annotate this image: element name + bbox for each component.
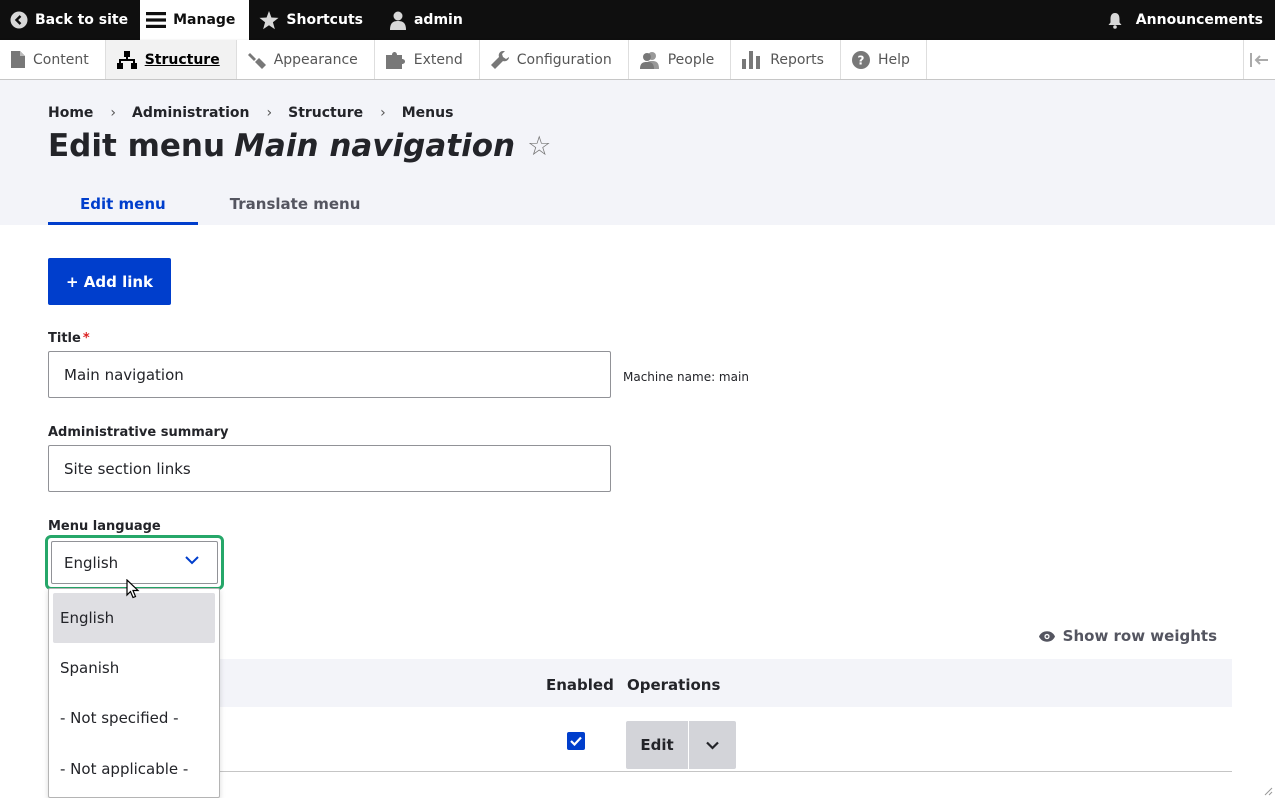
- breadcrumb-structure[interactable]: Structure: [288, 105, 363, 121]
- enabled-checkbox[interactable]: [567, 732, 585, 750]
- document-icon: [11, 51, 25, 68]
- manage-tab[interactable]: Manage: [140, 0, 250, 40]
- summary-input[interactable]: Site section links: [48, 445, 611, 492]
- user-label: admin: [413, 12, 463, 28]
- language-option-not-specified[interactable]: - Not specified -: [53, 693, 215, 743]
- language-dropdown-list: English Spanish - Not specified - - Not …: [48, 588, 220, 798]
- collapse-tray-button[interactable]: [1243, 40, 1275, 79]
- language-option-not-applicable[interactable]: - Not applicable -: [53, 744, 215, 794]
- breadcrumb-separator: ›: [110, 105, 117, 121]
- tray-item-configuration[interactable]: Configuration: [480, 40, 629, 79]
- required-marker: *: [82, 331, 90, 346]
- eye-icon: [1038, 630, 1055, 642]
- tray-item-people[interactable]: People: [629, 40, 732, 79]
- admin-tray: Content Structure Appearance Extend Conf…: [0, 40, 1275, 80]
- help-icon: ?: [851, 50, 870, 69]
- announcements-label: Announcements: [1135, 12, 1263, 28]
- chevron-down-icon: [185, 556, 199, 565]
- table-header: Enabled Operations: [48, 659, 1232, 707]
- mouse-cursor-icon: [126, 579, 140, 599]
- tray-item-content[interactable]: Content: [0, 40, 106, 79]
- column-header-operations: Operations: [627, 676, 721, 694]
- tray-item-reports[interactable]: Reports: [731, 40, 841, 79]
- back-to-site-link[interactable]: Back to site: [0, 0, 138, 40]
- shortcuts-label: Shortcuts: [286, 12, 363, 28]
- tray-item-label: People: [667, 51, 715, 68]
- breadcrumb-separator: ›: [266, 105, 273, 121]
- paintbrush-icon: [247, 52, 266, 69]
- language-select[interactable]: English: [51, 541, 218, 584]
- operations-toggle-button[interactable]: [688, 721, 736, 769]
- tab-translate-menu[interactable]: Translate menu: [198, 193, 393, 225]
- menu-language-label: Menu language: [48, 519, 161, 534]
- tray-item-appearance[interactable]: Appearance: [237, 40, 375, 79]
- tray-item-label: Help: [877, 51, 910, 68]
- table-row: Edit: [48, 707, 1232, 772]
- column-header-enabled: Enabled: [546, 676, 614, 694]
- bar-chart-icon: [742, 50, 761, 69]
- tray-item-label: Extend: [413, 51, 463, 68]
- back-arrow-icon: [10, 11, 28, 29]
- title-label-text: Title: [48, 331, 81, 346]
- puzzle-icon: [385, 51, 405, 69]
- tray-item-label: Configuration: [516, 51, 612, 68]
- tray-item-help[interactable]: ? Help: [841, 40, 927, 79]
- breadcrumb-separator: ›: [380, 105, 386, 121]
- resize-handle-icon: [1264, 787, 1273, 796]
- page-title-menu-name: Main navigation: [234, 128, 516, 164]
- hamburger-menu-icon: [146, 12, 167, 28]
- tray-item-label: Reports: [770, 51, 824, 68]
- favorite-star-icon[interactable]: ☆: [527, 131, 551, 162]
- language-select-value: English: [64, 553, 119, 572]
- people-icon: [639, 51, 659, 69]
- tray-item-structure[interactable]: Structure: [105, 40, 237, 79]
- announcements-tab[interactable]: Announcements: [1097, 0, 1275, 40]
- breadcrumb-menus[interactable]: Menus: [402, 105, 454, 121]
- breadcrumb-administration[interactable]: Administration: [132, 105, 249, 121]
- breadcrumb-home[interactable]: Home: [48, 105, 93, 121]
- svg-text:?: ?: [857, 53, 864, 67]
- language-option-english[interactable]: English: [53, 593, 215, 643]
- shortcuts-tab[interactable]: Shortcuts: [249, 0, 373, 40]
- add-link-button[interactable]: + Add link: [48, 258, 171, 305]
- bell-icon: [1108, 12, 1122, 29]
- language-option-spanish[interactable]: Spanish: [53, 643, 215, 693]
- user-tab[interactable]: admin: [379, 0, 473, 40]
- tray-item-label: Structure: [144, 51, 220, 68]
- page-title: Edit menu Main navigation ☆: [48, 128, 551, 164]
- wrench-icon: [490, 50, 509, 69]
- machine-name-text: Machine name: main: [623, 370, 749, 384]
- tray-item-label: Content: [33, 51, 89, 68]
- operations-dropbutton: Edit: [626, 721, 736, 769]
- edit-button[interactable]: Edit: [626, 721, 688, 769]
- structure-icon: [116, 50, 137, 69]
- show-row-weights-label: Show row weights: [1062, 627, 1217, 645]
- user-icon: [389, 11, 406, 30]
- title-label: Title *: [48, 331, 90, 346]
- title-input[interactable]: Main navigation: [48, 351, 611, 398]
- collapse-icon: [1249, 52, 1268, 67]
- star-icon: [259, 10, 279, 29]
- admin-toolbar: Back to site Manage Shortcuts admin Anno…: [0, 0, 1275, 40]
- page-header: Home › Administration › Structure › Menu…: [0, 80, 1275, 225]
- breadcrumb: Home › Administration › Structure › Menu…: [48, 105, 453, 121]
- show-row-weights-button[interactable]: Show row weights: [1038, 627, 1217, 645]
- tray-item-extend[interactable]: Extend: [375, 40, 480, 79]
- chevron-down-icon: [706, 741, 719, 750]
- primary-tabs: Edit menu Translate menu: [48, 193, 392, 225]
- summary-label: Administrative summary: [48, 425, 229, 440]
- back-to-site-label: Back to site: [35, 12, 129, 28]
- manage-label: Manage: [173, 12, 236, 28]
- tab-edit-menu[interactable]: Edit menu: [48, 193, 198, 225]
- checkmark-icon: [570, 736, 582, 746]
- page-title-prefix: Edit menu: [48, 128, 226, 164]
- tray-item-label: Appearance: [273, 51, 358, 68]
